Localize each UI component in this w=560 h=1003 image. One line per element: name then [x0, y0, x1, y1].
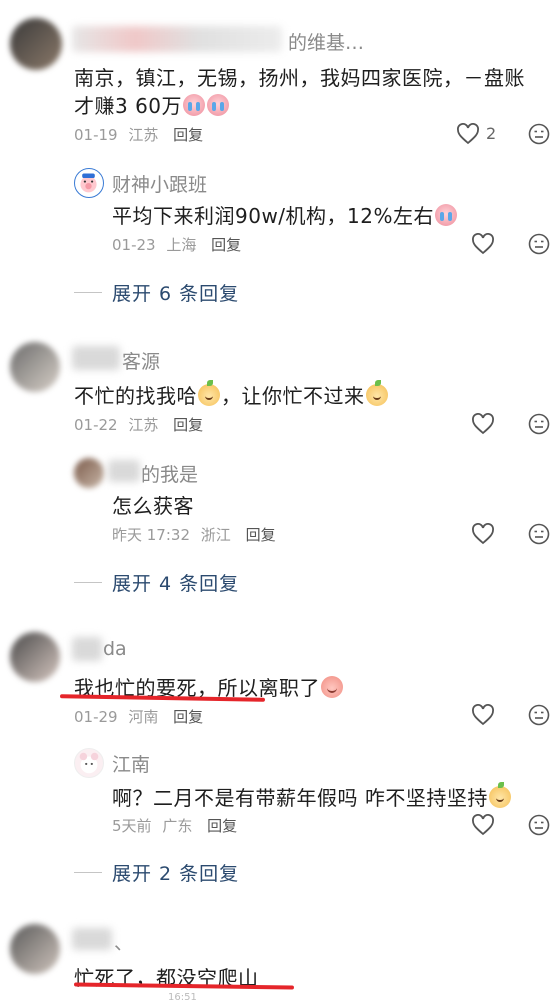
avatar[interactable] — [10, 924, 60, 974]
dislike-face-icon[interactable] — [528, 814, 550, 836]
heart-icon[interactable] — [471, 814, 495, 836]
comment-date: 01-19 — [74, 126, 118, 144]
censored-username — [108, 460, 140, 482]
reply-button[interactable]: 回复 — [173, 708, 203, 726]
avatar[interactable] — [74, 748, 104, 778]
avatar[interactable] — [74, 168, 104, 198]
username[interactable]: 江南 — [112, 750, 150, 777]
crying-emoji-icon — [183, 94, 206, 116]
dislike-face-icon[interactable] — [528, 413, 550, 435]
comment-meta: 01-22 江苏 回复 — [74, 414, 203, 435]
crying-emoji-icon — [435, 204, 457, 226]
heart-icon[interactable] — [471, 233, 495, 255]
dislike-face-icon[interactable] — [528, 233, 550, 255]
comment-location: 江苏 — [128, 416, 159, 434]
username[interactable]: 的我是 — [141, 460, 198, 487]
like-count: 2 — [486, 124, 497, 143]
reply-text: 平均下来利润90w/机构，12%左右 — [112, 204, 434, 228]
footer-time: 16:51 — [168, 992, 197, 1003]
reply-location: 上海 — [166, 236, 197, 254]
reply-date: 01-23 — [112, 236, 156, 254]
expand-replies-button[interactable]: 展开 2 条回复 — [74, 859, 239, 886]
comment-text-after: ，让你忙不过来 — [221, 384, 365, 408]
dog-emoji-icon — [198, 380, 220, 406]
heart-icon[interactable] — [471, 523, 495, 545]
comment-date: 01-22 — [74, 416, 118, 434]
censored-username — [72, 346, 120, 370]
expand-replies-label: 展开 6 条回复 — [112, 283, 240, 305]
reply-button[interactable]: 回复 — [246, 526, 276, 544]
heart-icon[interactable] — [471, 704, 495, 726]
reply-text: 怎么获客 — [112, 494, 194, 518]
dislike-face-icon[interactable] — [528, 704, 550, 726]
censored-username — [72, 637, 102, 661]
comment-meta: 01-19 江苏 回复 — [74, 124, 203, 145]
heart-icon[interactable] — [456, 123, 480, 145]
comment-meta: 01-29 河南 回复 — [74, 706, 203, 727]
comment-text: 才赚3 60万 — [74, 94, 183, 118]
reply-button[interactable]: 回复 — [207, 817, 237, 835]
comment-date: 01-29 — [74, 708, 118, 726]
username[interactable]: da — [103, 638, 127, 660]
comment-location: 河南 — [128, 708, 159, 726]
pig-mascot-icon — [80, 173, 97, 193]
censored-username — [72, 928, 112, 950]
cartoon-animal-icon — [79, 752, 99, 774]
username[interactable]: 财神小跟班 — [112, 170, 207, 197]
censored-username — [72, 26, 282, 52]
reply-location: 广东 — [162, 817, 193, 835]
expand-replies-button[interactable]: 展开 4 条回复 — [74, 569, 239, 596]
dislike-face-icon[interactable] — [528, 123, 550, 145]
comment-text: 南京，镇江，无锡，扬州，我妈四家医院，－盘账 — [74, 66, 525, 90]
divider-line — [74, 582, 102, 583]
reply-meta: 昨天 17:32 浙江 回复 — [112, 524, 276, 545]
reply-button[interactable]: 回复 — [173, 126, 203, 144]
reply-meta: 5天前 广东 回复 — [112, 815, 237, 836]
comment-text: 不忙的找我哈 — [74, 384, 197, 408]
username[interactable]: 、 — [114, 928, 133, 955]
avatar[interactable] — [10, 18, 62, 70]
peach-emoji-icon — [321, 676, 343, 698]
divider-line — [74, 292, 102, 293]
expand-replies-label: 展开 2 条回复 — [112, 863, 240, 885]
avatar[interactable] — [10, 342, 60, 392]
comment-text-row: 不忙的找我哈 ，让你忙不过来 — [74, 380, 389, 409]
username[interactable]: 客源 — [122, 347, 160, 374]
reply-date: 昨天 17:32 — [112, 526, 190, 544]
dog-emoji-icon — [488, 782, 511, 808]
expand-replies-label: 展开 4 条回复 — [112, 573, 240, 595]
reply-text-row: 平均下来利润90w/机构，12%左右 — [112, 200, 458, 229]
expand-replies-button[interactable]: 展开 6 条回复 — [74, 279, 239, 306]
avatar[interactable] — [10, 632, 60, 682]
reply-date: 5天前 — [112, 817, 152, 835]
reply-button[interactable]: 回复 — [173, 416, 203, 434]
heart-icon[interactable] — [471, 413, 495, 435]
reply-text-row: 啊？二月不是有带薪年假吗 咋不坚持坚持 — [112, 782, 512, 811]
reply-button[interactable]: 回复 — [211, 236, 241, 254]
reply-text: 啊？二月不是有带薪年假吗 咋不坚持坚持 — [112, 786, 488, 810]
username[interactable]: 的维基… — [288, 28, 364, 55]
avatar[interactable] — [74, 458, 104, 488]
comment-location: 江苏 — [128, 126, 159, 144]
reply-meta: 01-23 上海 回复 — [112, 234, 241, 255]
divider-line — [74, 872, 102, 873]
dog-emoji-icon — [365, 380, 388, 406]
dislike-face-icon[interactable] — [528, 523, 550, 545]
comment-text-line2: 才赚3 60万 — [74, 90, 230, 119]
crying-emoji-icon — [207, 94, 230, 116]
reply-location: 浙江 — [200, 526, 231, 544]
